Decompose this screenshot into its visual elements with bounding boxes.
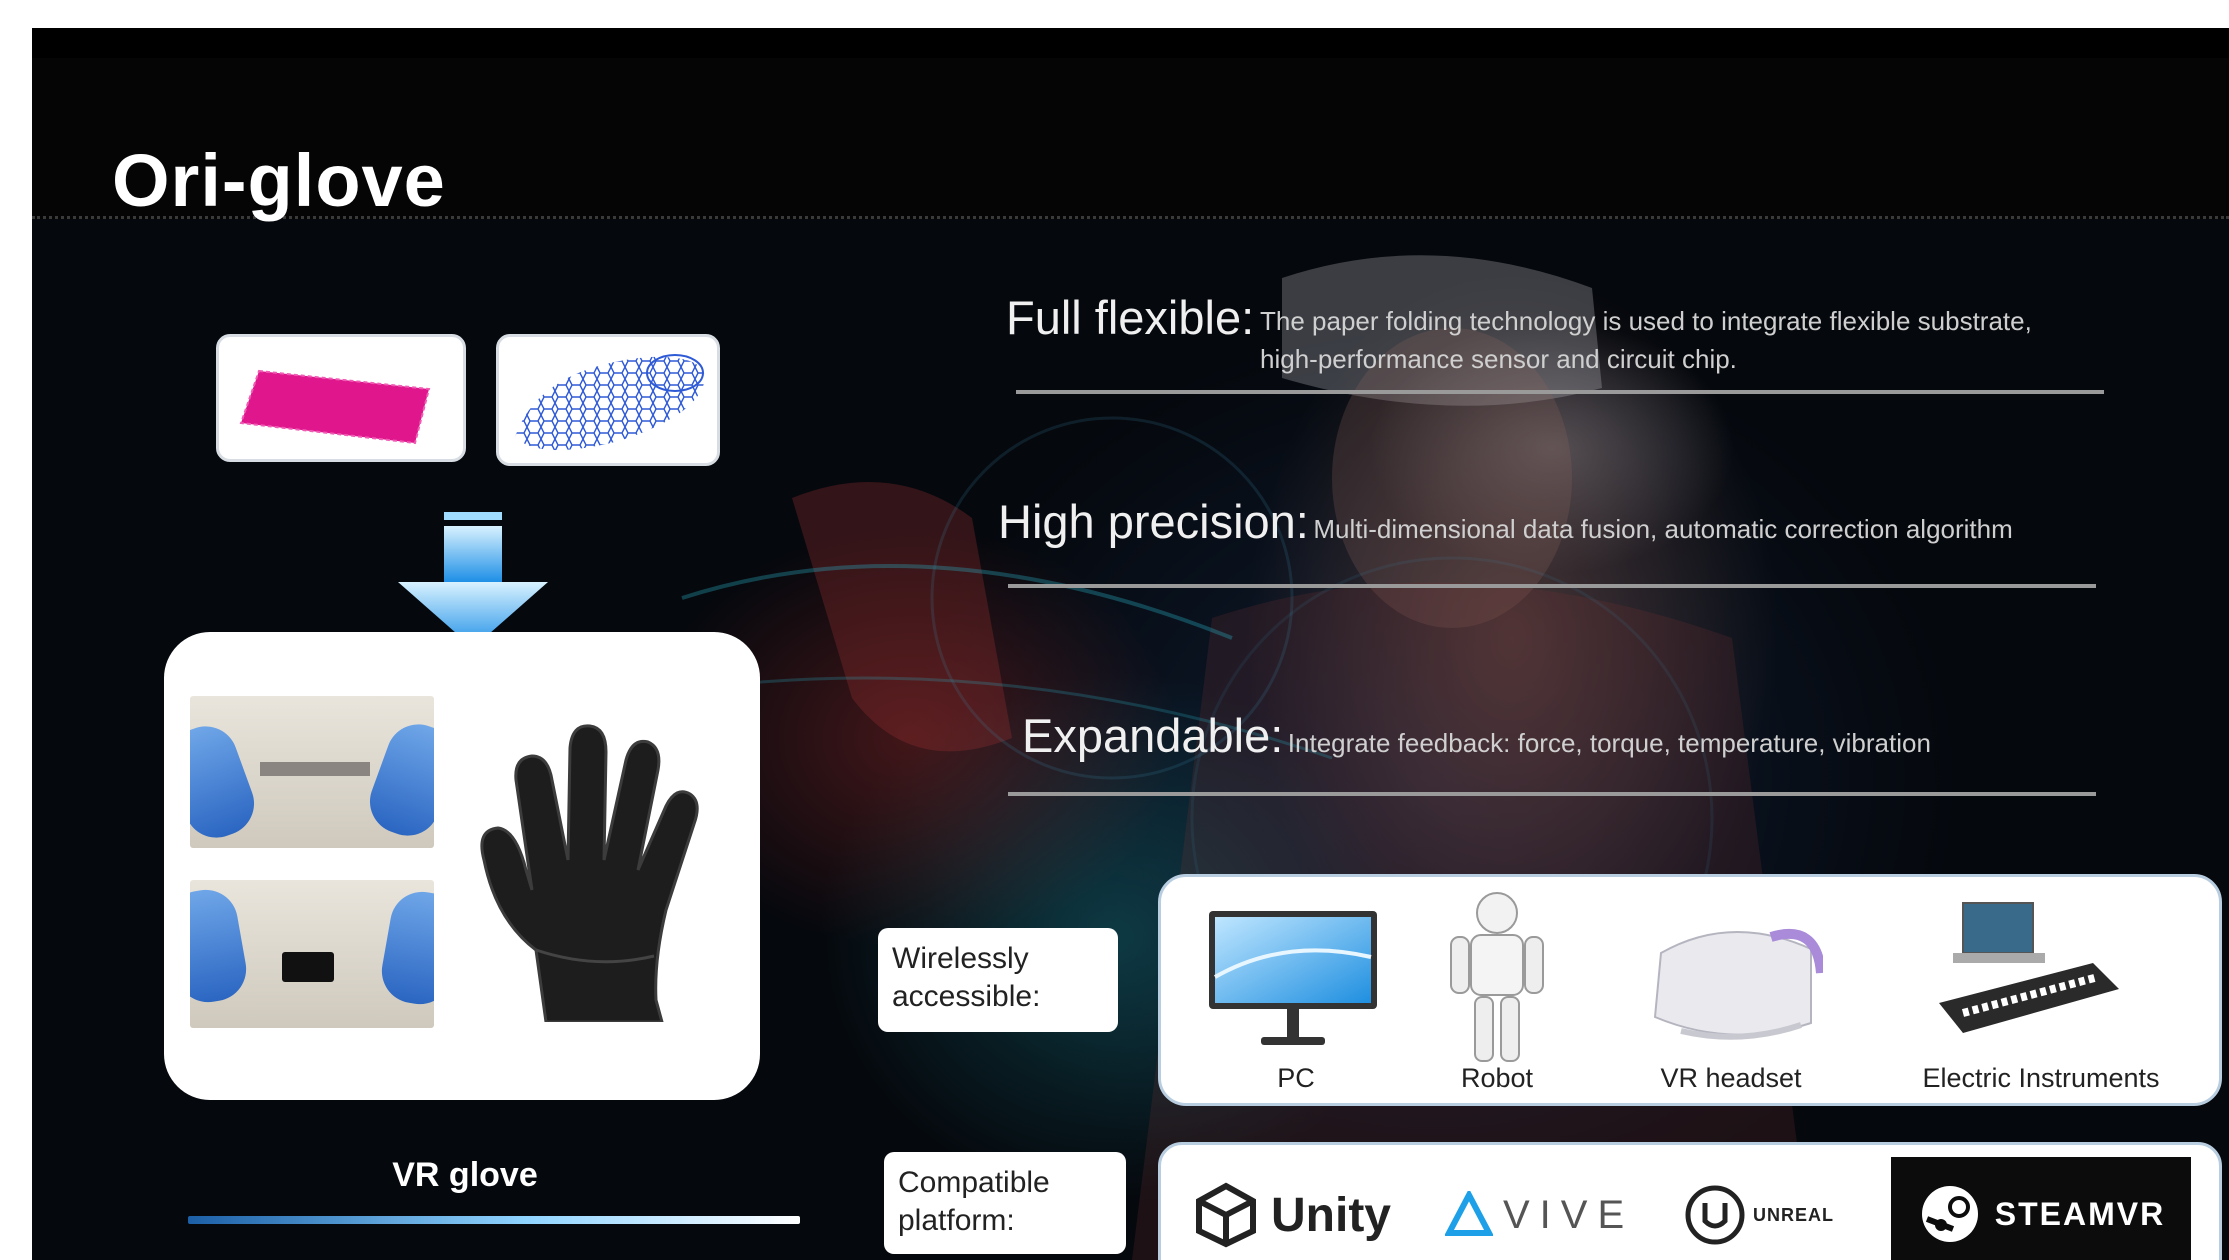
feature-expandable: Expandable: Integrate feedback: force, t… xyxy=(1022,708,1931,763)
unity-logo: Unity xyxy=(1193,1167,1391,1260)
slide-title: Ori-glove xyxy=(112,139,446,222)
compatible-label-line: Compatible xyxy=(898,1166,1050,1199)
wireless-label-line: accessible: xyxy=(892,980,1041,1013)
steam-icon xyxy=(1921,1186,1978,1242)
vr-glove-label: VR glove xyxy=(392,1156,538,1194)
stretch-test-photo xyxy=(190,696,434,848)
feature-head: Full flexible: xyxy=(1006,291,1255,344)
unity-text: Unity xyxy=(1271,1188,1391,1242)
unreal-logo: UNREAL xyxy=(1683,1167,1834,1260)
feature-full-flexible-desc: The paper folding technology is used to … xyxy=(1260,302,2032,378)
steamvr-logo: STEAMVR xyxy=(1891,1157,2191,1260)
vr-glove-underline xyxy=(188,1216,800,1224)
feature-head: High precision: xyxy=(998,495,1309,548)
feature-desc: Integrate feedback: force, torque, tempe… xyxy=(1287,728,1931,758)
monitor-icon xyxy=(1209,911,1377,1045)
wireless-label-line: Wirelessly xyxy=(892,942,1029,975)
steamvr-text: STEAMVR xyxy=(1994,1195,2166,1232)
device-caption-pc: PC xyxy=(1277,1063,1315,1093)
keyboard-instrument-icon xyxy=(1939,902,2119,1033)
pink-substrate-icon xyxy=(239,369,431,445)
vive-triangle-icon xyxy=(1445,1191,1493,1236)
feature-divider xyxy=(1016,390,2104,394)
unreal-text: UNREAL xyxy=(1753,1204,1834,1225)
nanotube-mesh-card xyxy=(496,334,720,466)
black-glove-image xyxy=(480,724,699,1022)
slide: Ori-glove VR glove Full flexible: The pa… xyxy=(32,28,2229,1260)
unity-cube-icon xyxy=(1196,1182,1256,1248)
device-caption-vr-headset: VR headset xyxy=(1660,1063,1802,1093)
feature-head: Expandable: xyxy=(1022,709,1284,762)
devices-panel: PC Robot VR headset Electric Instruments xyxy=(1158,874,2222,1106)
feature-high-precision: High precision: Multi-dimensional data f… xyxy=(998,494,2013,549)
vive-text: VIVE xyxy=(1503,1192,1635,1237)
vr-headset-icon xyxy=(1653,928,1823,1040)
feature-desc: Multi-dimensional data fusion, automatic… xyxy=(1313,514,2013,544)
feature-full-flexible: Full flexible: xyxy=(1006,290,1254,345)
unreal-u-icon xyxy=(1685,1185,1745,1245)
compatible-label-line: platform: xyxy=(898,1204,1015,1237)
feature-desc: high-performance sensor and circuit chip… xyxy=(1260,344,1737,374)
feature-divider xyxy=(1008,584,2096,588)
mesh-tube-icon xyxy=(515,354,705,451)
device-caption-electric-instruments: Electric Instruments xyxy=(1922,1063,2160,1093)
glove-photo-panel xyxy=(164,632,760,1100)
feature-divider xyxy=(1008,792,2096,796)
wireless-label: Wirelessly accessible: xyxy=(878,928,1118,1032)
flexible-substrate-card xyxy=(216,334,466,462)
platforms-panel: Unity VIVE UNREAL STEAMVR xyxy=(1158,1142,2222,1260)
compatible-platform-label: Compatible platform: xyxy=(884,1152,1126,1254)
down-arrow-icon xyxy=(398,512,548,648)
feature-desc: The paper folding technology is used to … xyxy=(1260,306,2032,336)
robot-icon xyxy=(1450,892,1544,1062)
sensor-chip-photo xyxy=(190,880,434,1028)
vive-logo: VIVE xyxy=(1445,1167,1634,1260)
device-caption-robot: Robot xyxy=(1460,1063,1534,1093)
